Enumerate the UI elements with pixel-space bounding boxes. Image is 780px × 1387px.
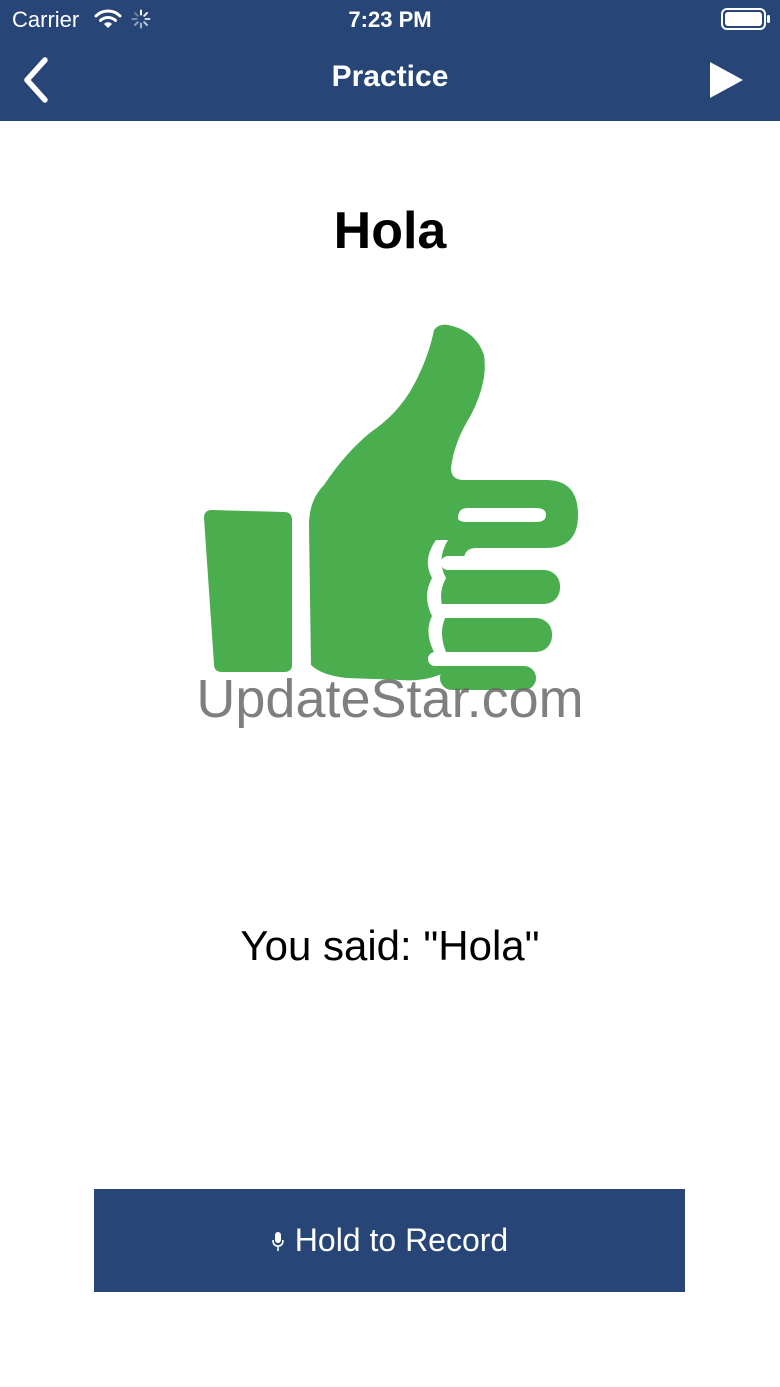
hold-to-record-button[interactable]: Hold to Record: [94, 1189, 685, 1292]
status-time: 7:23 PM: [348, 7, 432, 32]
record-button-label: Hold to Record: [294, 1222, 509, 1258]
recognition-result: You said: "Hola": [240, 922, 540, 969]
thumbs-up-icon: [204, 324, 578, 690]
play-button[interactable]: [700, 55, 750, 105]
watermark-text: UpdateStar.com: [196, 669, 584, 729]
practice-screen: Carrier 7:23 PM Practice Hola UpdateStar…: [0, 0, 780, 1387]
back-button[interactable]: [14, 52, 62, 108]
battery-icon: [721, 8, 770, 30]
practice-word: Hola: [333, 202, 447, 260]
microphone-icon: [271, 1231, 284, 1251]
page-title: Practice: [331, 60, 449, 93]
top-bar: Carrier 7:23 PM Practice: [0, 0, 780, 121]
